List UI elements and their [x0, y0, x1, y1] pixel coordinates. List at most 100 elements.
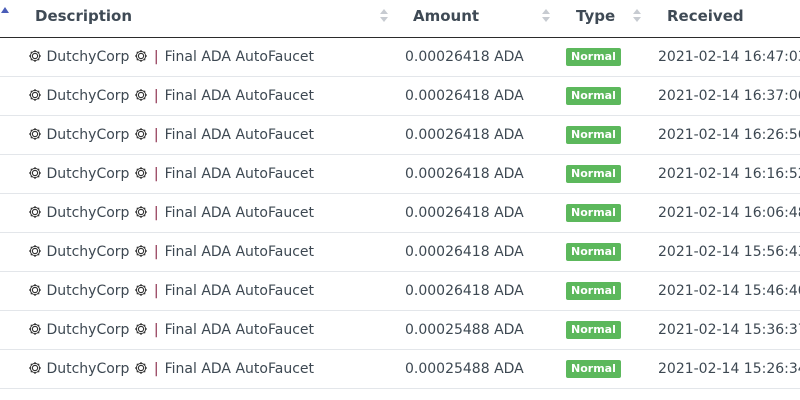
received-cell: 2021-02-14 15:46:40 — [658, 283, 800, 299]
column-header-amount[interactable]: Amount — [413, 0, 479, 37]
table-row[interactable]: DutchyCorp | Final ADA AutoFaucet 0.000264… — [0, 116, 800, 155]
amount-cell: 0.00026418 ADA — [405, 205, 524, 221]
received-cell: 2021-02-14 16:26:56 — [658, 127, 800, 143]
gear-icon — [28, 274, 42, 296]
separator: | — [153, 283, 159, 299]
description-cell: DutchyCorp | Final ADA AutoFaucet — [28, 155, 314, 193]
type-cell: Normal — [566, 116, 621, 154]
faucet-owner: DutchyCorp — [46, 283, 130, 299]
faucet-name: Final ADA AutoFaucet — [164, 361, 314, 377]
table-row[interactable]: DutchyCorp | Final ADA AutoFaucet 0.000264… — [0, 155, 800, 194]
faucet-name: Final ADA AutoFaucet — [164, 322, 314, 338]
faucet-owner: DutchyCorp — [46, 322, 130, 338]
amount-cell: 0.00026418 ADA — [405, 88, 524, 104]
type-cell: Normal — [566, 311, 621, 349]
type-cell: Normal — [566, 350, 621, 388]
type-cell: Normal — [566, 38, 621, 76]
received-cell: 2021-02-14 15:26:34 — [658, 361, 800, 377]
separator: | — [153, 205, 159, 221]
table-row[interactable]: DutchyCorp | Final ADA AutoFaucet 0.000264… — [0, 233, 800, 272]
faucet-name: Final ADA AutoFaucet — [164, 127, 314, 143]
type-badge: Normal — [566, 165, 621, 183]
faucet-owner: DutchyCorp — [46, 127, 130, 143]
separator: | — [153, 127, 159, 143]
gear-icon — [134, 79, 148, 101]
received-cell: 2021-02-14 16:06:48 — [658, 205, 800, 221]
gear-icon — [134, 235, 148, 257]
received-cell: 2021-02-14 16:37:00 — [658, 88, 800, 104]
type-badge: Normal — [566, 204, 621, 222]
faucet-owner: DutchyCorp — [46, 205, 130, 221]
column-header-description[interactable]: Description — [35, 0, 132, 37]
table-row[interactable]: DutchyCorp | Final ADA AutoFaucet 0.000264… — [0, 77, 800, 116]
description-cell: DutchyCorp | Final ADA AutoFaucet — [28, 233, 314, 271]
gear-icon — [28, 118, 42, 140]
received-cell: 2021-02-14 15:56:43 — [658, 244, 800, 260]
received-cell: 2021-02-14 16:16:52 — [658, 166, 800, 182]
type-cell: Normal — [566, 233, 621, 271]
type-badge: Normal — [566, 87, 621, 105]
separator: | — [153, 361, 159, 377]
table-row[interactable]: DutchyCorp | Final ADA AutoFaucet 0.000254… — [0, 311, 800, 350]
description-cell: DutchyCorp | Final ADA AutoFaucet — [28, 116, 314, 154]
amount-cell: 0.00026418 ADA — [405, 49, 524, 65]
type-cell: Normal — [566, 77, 621, 115]
table-header: Description Amount Type Received — [0, 0, 800, 38]
amount-cell: 0.00026418 ADA — [405, 283, 524, 299]
sort-ascending-icon[interactable] — [1, 7, 9, 13]
amount-cell: 0.00026418 ADA — [405, 166, 524, 182]
type-cell: Normal — [566, 194, 621, 232]
faucet-name: Final ADA AutoFaucet — [164, 283, 314, 299]
faucet-owner: DutchyCorp — [46, 361, 130, 377]
gear-icon — [28, 196, 42, 218]
received-cell: 2021-02-14 16:47:03 — [658, 49, 800, 65]
description-cell: DutchyCorp | Final ADA AutoFaucet — [28, 350, 314, 388]
gear-icon — [134, 352, 148, 374]
gear-icon — [134, 274, 148, 296]
faucet-name: Final ADA AutoFaucet — [164, 88, 314, 104]
gear-icon — [28, 40, 42, 62]
type-cell: Normal — [566, 272, 621, 310]
type-badge: Normal — [566, 282, 621, 300]
table-row[interactable]: DutchyCorp | Final ADA AutoFaucet 0.000264… — [0, 194, 800, 233]
amount-cell: 0.00025488 ADA — [405, 322, 524, 338]
gear-icon — [28, 157, 42, 179]
gear-icon — [28, 313, 42, 335]
table-row[interactable]: DutchyCorp | Final ADA AutoFaucet 0.000264… — [0, 38, 800, 77]
gear-icon — [134, 40, 148, 62]
faucet-owner: DutchyCorp — [46, 88, 130, 104]
gear-icon — [28, 235, 42, 257]
description-cell: DutchyCorp | Final ADA AutoFaucet — [28, 194, 314, 232]
description-cell: DutchyCorp | Final ADA AutoFaucet — [28, 77, 314, 115]
faucet-owner: DutchyCorp — [46, 49, 130, 65]
faucet-name: Final ADA AutoFaucet — [164, 244, 314, 260]
faucet-name: Final ADA AutoFaucet — [164, 205, 314, 221]
table-row[interactable]: DutchyCorp | Final ADA AutoFaucet 0.000254… — [0, 350, 800, 389]
gear-icon — [28, 352, 42, 374]
gear-icon — [134, 157, 148, 179]
sort-icon[interactable] — [633, 9, 641, 23]
amount-cell: 0.00025488 ADA — [405, 361, 524, 377]
separator: | — [153, 88, 159, 104]
table-row[interactable]: DutchyCorp | Final ADA AutoFaucet 0.000264… — [0, 272, 800, 311]
column-header-received[interactable]: Received — [667, 0, 744, 37]
faucet-owner: DutchyCorp — [46, 244, 130, 260]
faucet-name: Final ADA AutoFaucet — [164, 166, 314, 182]
type-badge: Normal — [566, 360, 621, 378]
amount-cell: 0.00026418 ADA — [405, 127, 524, 143]
separator: | — [153, 49, 159, 65]
sort-icon[interactable] — [380, 9, 388, 23]
separator: | — [153, 244, 159, 260]
received-cell: 2021-02-14 15:36:37 — [658, 322, 800, 338]
sort-icon[interactable] — [542, 9, 550, 23]
separator: | — [153, 166, 159, 182]
amount-cell: 0.00026418 ADA — [405, 244, 524, 260]
column-header-type[interactable]: Type — [576, 0, 615, 37]
faucet-owner: DutchyCorp — [46, 166, 130, 182]
description-cell: DutchyCorp | Final ADA AutoFaucet — [28, 38, 314, 76]
type-badge: Normal — [566, 126, 621, 144]
gear-icon — [134, 196, 148, 218]
transactions-table: Description Amount Type Received DutchyC… — [0, 0, 800, 400]
gear-icon — [28, 79, 42, 101]
type-badge: Normal — [566, 321, 621, 339]
